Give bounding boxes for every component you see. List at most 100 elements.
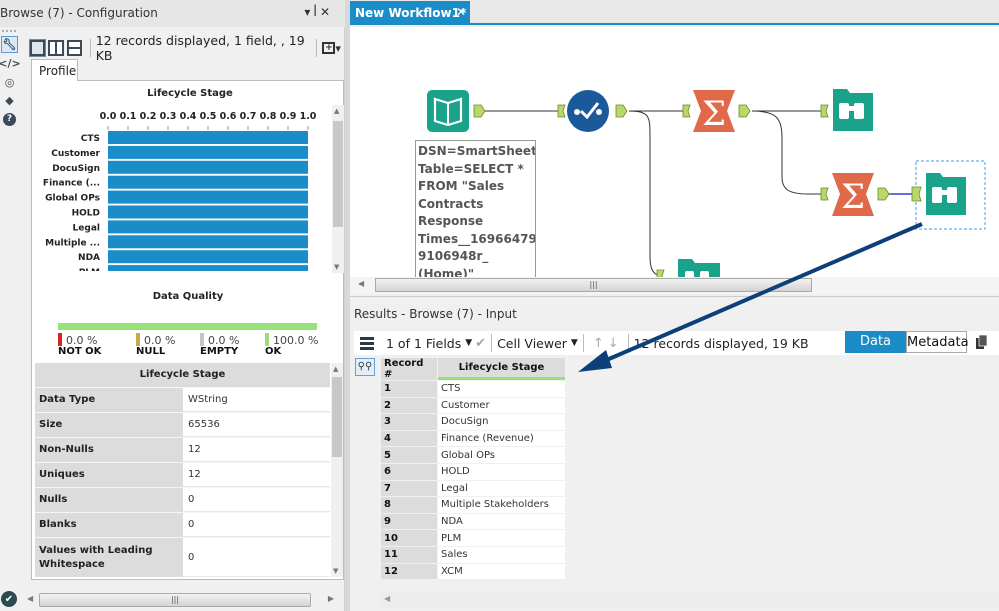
input-anchor[interactable] bbox=[911, 186, 922, 202]
lifecycle-stage-cell[interactable]: NDA bbox=[438, 513, 565, 530]
help-icon[interactable]: ? bbox=[1, 111, 18, 128]
record-number-cell[interactable]: 12 bbox=[381, 563, 437, 580]
lifecycle-stage-cell[interactable]: HOLD bbox=[438, 463, 565, 480]
table-row[interactable]: 7 Legal bbox=[381, 480, 565, 497]
record-number-cell[interactable]: 4 bbox=[381, 430, 437, 447]
check-icon[interactable]: ✔ bbox=[475, 336, 486, 351]
table-row[interactable]: 2 Customer bbox=[381, 397, 565, 414]
browse-tool-7[interactable] bbox=[911, 160, 986, 230]
lifecycle-stage-cell[interactable]: XCM bbox=[438, 563, 565, 580]
lifecycle-stage-cell[interactable]: Sales bbox=[438, 546, 565, 563]
lifecycle-stage-cell[interactable]: Customer bbox=[438, 397, 565, 414]
browse-tool-partial[interactable] bbox=[656, 259, 720, 277]
scroll-left-arrow[interactable]: ◀ bbox=[358, 279, 364, 288]
canvas-horizontal-scrollbar[interactable]: ◀ ||| bbox=[350, 277, 999, 294]
table-row[interactable]: 4 Finance (Revenue) bbox=[381, 430, 565, 447]
scroll-down-arrow[interactable]: ▼ bbox=[334, 263, 339, 271]
tab-new-workflow[interactable]: New Workflow1* ✕ bbox=[350, 1, 470, 25]
table-row[interactable]: 9 NDA bbox=[381, 513, 565, 530]
bar[interactable] bbox=[108, 235, 308, 249]
scroll-left-arrow[interactable]: ◀ bbox=[384, 594, 390, 603]
output-anchor[interactable] bbox=[877, 187, 890, 201]
table-row[interactable]: 3 DocuSign bbox=[381, 414, 565, 430]
wrench-icon[interactable]: 🔧︎ bbox=[1, 36, 18, 53]
scroll-thumb[interactable]: ||| bbox=[39, 593, 311, 607]
results-horizontal-scrollbar[interactable]: ◀ bbox=[380, 592, 999, 608]
record-number-cell[interactable]: 5 bbox=[381, 447, 437, 463]
tag-icon[interactable]: ◆ bbox=[1, 92, 18, 109]
table-row[interactable]: 6 HOLD bbox=[381, 463, 565, 480]
code-icon[interactable]: </> bbox=[0, 55, 21, 72]
input-anchor[interactable] bbox=[682, 104, 691, 118]
arrow-down-icon[interactable]: ↓ bbox=[608, 336, 619, 351]
compass-icon[interactable]: ◎ bbox=[1, 74, 18, 91]
lifecycle-stage-cell[interactable]: Global OPs bbox=[438, 447, 565, 463]
record-number-cell[interactable]: 2 bbox=[381, 397, 437, 414]
bar[interactable] bbox=[108, 160, 308, 174]
output-anchor[interactable] bbox=[615, 104, 628, 118]
input-anchor[interactable] bbox=[820, 187, 829, 201]
record-number-cell[interactable]: 7 bbox=[381, 480, 437, 497]
vertical-split-layout-button[interactable] bbox=[48, 40, 64, 56]
lifecycle-stage-cell[interactable]: Finance (Revenue) bbox=[438, 430, 565, 447]
single-layout-button[interactable] bbox=[28, 39, 47, 57]
scroll-thumb[interactable] bbox=[333, 121, 343, 227]
add-visualization-button[interactable]: + ▾ bbox=[322, 40, 343, 56]
bar[interactable] bbox=[108, 131, 308, 144]
scroll-thumb[interactable] bbox=[332, 377, 342, 457]
input-anchor[interactable] bbox=[820, 104, 829, 118]
horizontal-split-layout-button[interactable] bbox=[66, 40, 82, 56]
table-row[interactable]: 1 CTS bbox=[381, 381, 565, 397]
summarize-tool-2[interactable]: Σ bbox=[820, 173, 890, 217]
table-row[interactable]: 11 Sales bbox=[381, 546, 565, 563]
close-icon[interactable]: ✕ bbox=[320, 5, 333, 19]
table-row[interactable]: 10 PLM bbox=[381, 530, 565, 546]
record-number-cell[interactable]: 8 bbox=[381, 497, 437, 513]
fields-dropdown[interactable]: 1 of 1 Fields bbox=[386, 336, 461, 351]
lifecycle-stage-cell[interactable]: CTS bbox=[438, 381, 565, 397]
record-number-cell[interactable]: 6 bbox=[381, 463, 437, 480]
input-anchor[interactable] bbox=[656, 269, 665, 277]
scroll-down-arrow[interactable]: ▼ bbox=[333, 567, 338, 575]
chevron-down-icon[interactable]: ▼ bbox=[465, 338, 472, 348]
metadata-view-button[interactable]: Metadata bbox=[906, 331, 969, 353]
lifecycle-stage-cell[interactable]: Multiple Stakeholders bbox=[438, 497, 565, 513]
record-number-cell[interactable]: 11 bbox=[381, 546, 437, 563]
column-header-lifecycle-stage[interactable]: Lifecycle Stage bbox=[438, 358, 565, 380]
copy-icon[interactable] bbox=[976, 335, 988, 349]
bar[interactable] bbox=[108, 190, 308, 204]
bar[interactable] bbox=[108, 220, 308, 234]
record-number-cell[interactable]: 1 bbox=[381, 381, 437, 397]
field-list-icon[interactable] bbox=[360, 334, 378, 352]
record-number-cell[interactable]: 3 bbox=[381, 414, 437, 430]
chart-vertical-scrollbar[interactable]: ▲ ▼ bbox=[332, 105, 344, 273]
browse-tool-1[interactable] bbox=[820, 89, 873, 131]
stats-vertical-scrollbar[interactable]: ▲ ▼ bbox=[331, 363, 343, 577]
binoculars-icon[interactable]: ⚲⚲ bbox=[355, 358, 375, 376]
column-header-record[interactable]: Record # bbox=[381, 358, 437, 380]
scroll-right-arrow[interactable]: ▶ bbox=[328, 594, 334, 603]
arrow-up-icon[interactable]: ↑ bbox=[593, 336, 604, 351]
bar[interactable] bbox=[108, 205, 308, 219]
scroll-thumb[interactable]: ||| bbox=[375, 278, 812, 292]
lifecycle-stage-cell[interactable]: PLM bbox=[438, 530, 565, 546]
bar[interactable] bbox=[108, 145, 308, 159]
input-anchor[interactable] bbox=[557, 104, 566, 118]
bar[interactable] bbox=[108, 175, 308, 189]
table-row[interactable]: 8 Multiple Stakeholders bbox=[381, 497, 565, 513]
tab-profile[interactable]: Profile bbox=[31, 59, 78, 81]
cell-viewer-dropdown[interactable]: Cell Viewer bbox=[497, 336, 567, 351]
panel-window-controls[interactable]: ▾ꟾ✕ bbox=[304, 5, 333, 19]
output-anchor[interactable] bbox=[738, 104, 751, 118]
config-horizontal-scrollbar[interactable]: ◀ ||| ▶ bbox=[24, 592, 342, 608]
chevron-down-icon[interactable]: ▼ bbox=[571, 338, 578, 348]
lifecycle-stage-cell[interactable]: Legal bbox=[438, 480, 565, 497]
table-row[interactable]: 5 Global OPs bbox=[381, 447, 565, 463]
workflow-canvas[interactable]: Σ Σ DSN=SmartSheet Table=SELECT * FROM "… bbox=[350, 27, 999, 277]
scroll-left-arrow[interactable]: ◀ bbox=[27, 594, 33, 603]
select-tool[interactable] bbox=[557, 90, 628, 132]
record-number-cell[interactable]: 10 bbox=[381, 530, 437, 546]
close-tab-icon[interactable]: ✕ bbox=[456, 5, 466, 19]
scroll-up-arrow[interactable]: ▲ bbox=[333, 365, 338, 373]
lifecycle-stage-cell[interactable]: DocuSign bbox=[438, 414, 565, 430]
